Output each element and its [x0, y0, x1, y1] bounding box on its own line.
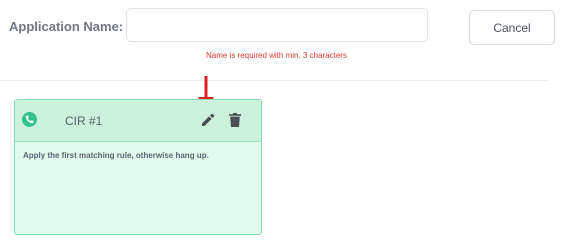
divider — [0, 80, 548, 81]
rule-card-title: CIR #1 — [65, 114, 103, 128]
rule-card: CIR #1 Apply the first matching rule, ot… — [14, 99, 262, 235]
application-name-label: Application Name: — [9, 19, 124, 34]
edit-icon[interactable] — [201, 113, 215, 127]
phone-icon — [22, 112, 37, 127]
application-name-input[interactable] — [126, 8, 428, 42]
trash-icon[interactable] — [229, 113, 241, 127]
rule-card-description: Apply the first matching rule, otherwise… — [23, 151, 209, 160]
rule-card-header: CIR #1 — [15, 100, 261, 142]
name-error-message: Name is required with min. 3 characters — [206, 51, 347, 60]
cancel-button[interactable]: Cancel — [469, 10, 555, 45]
